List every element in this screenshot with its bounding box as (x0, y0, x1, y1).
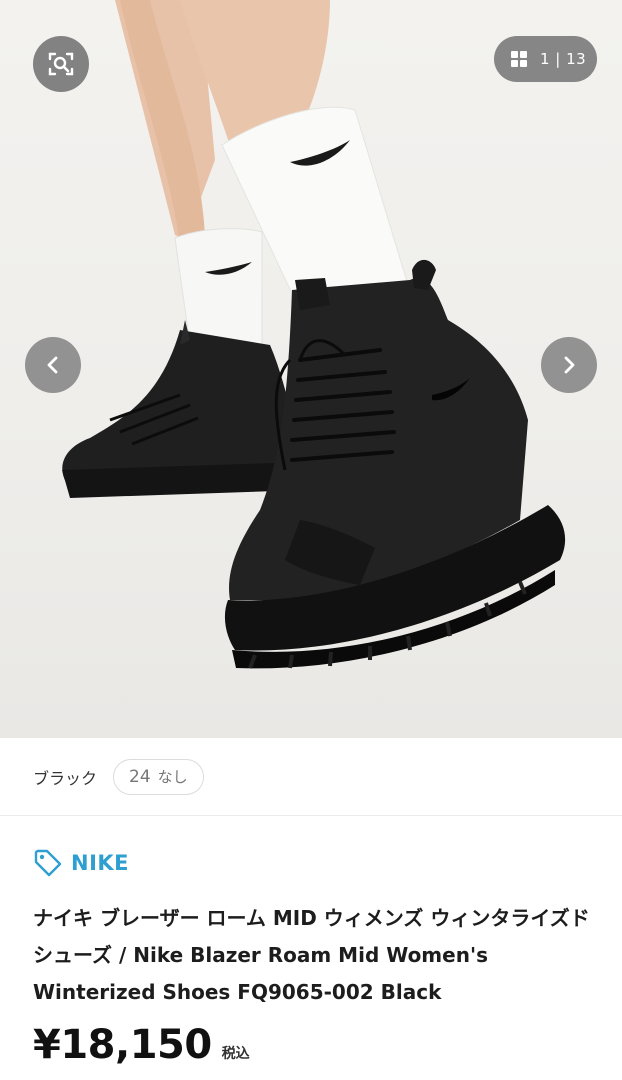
image-counter-text: 1 | 13 (540, 50, 587, 68)
product-photo[interactable]: 1 | 13 (0, 0, 622, 738)
product-image-sneakers (62, 0, 566, 669)
chevron-left-icon (47, 356, 58, 374)
next-image-button[interactable] (541, 337, 597, 393)
tag-icon (34, 849, 62, 877)
product-price: ¥18,150 (33, 1022, 212, 1068)
brand-name: NIKE (71, 851, 130, 875)
size-value: 24 (129, 766, 151, 787)
price-block: ¥18,150 税込 (33, 1022, 250, 1068)
product-title: ナイキ ブレーザー ローム MID ウィメンズ ウィンタライズド シューズ / … (33, 906, 590, 1004)
size-availability: なし (157, 768, 188, 786)
size-chip[interactable]: 24 なし (113, 758, 204, 795)
image-search-button[interactable] (33, 36, 89, 92)
brand-link[interactable]: NIKE (33, 848, 129, 878)
tax-included-label: 税込 (221, 1046, 250, 1062)
color-label: ブラック (33, 768, 98, 788)
chevron-right-icon (564, 356, 575, 374)
search-lens-icon (48, 52, 74, 76)
image-counter-button[interactable]: 1 | 13 (494, 36, 597, 82)
grid-icon (511, 51, 527, 67)
previous-image-button[interactable] (25, 337, 81, 393)
variant-selector: ブラック 24 なし (0, 738, 622, 816)
